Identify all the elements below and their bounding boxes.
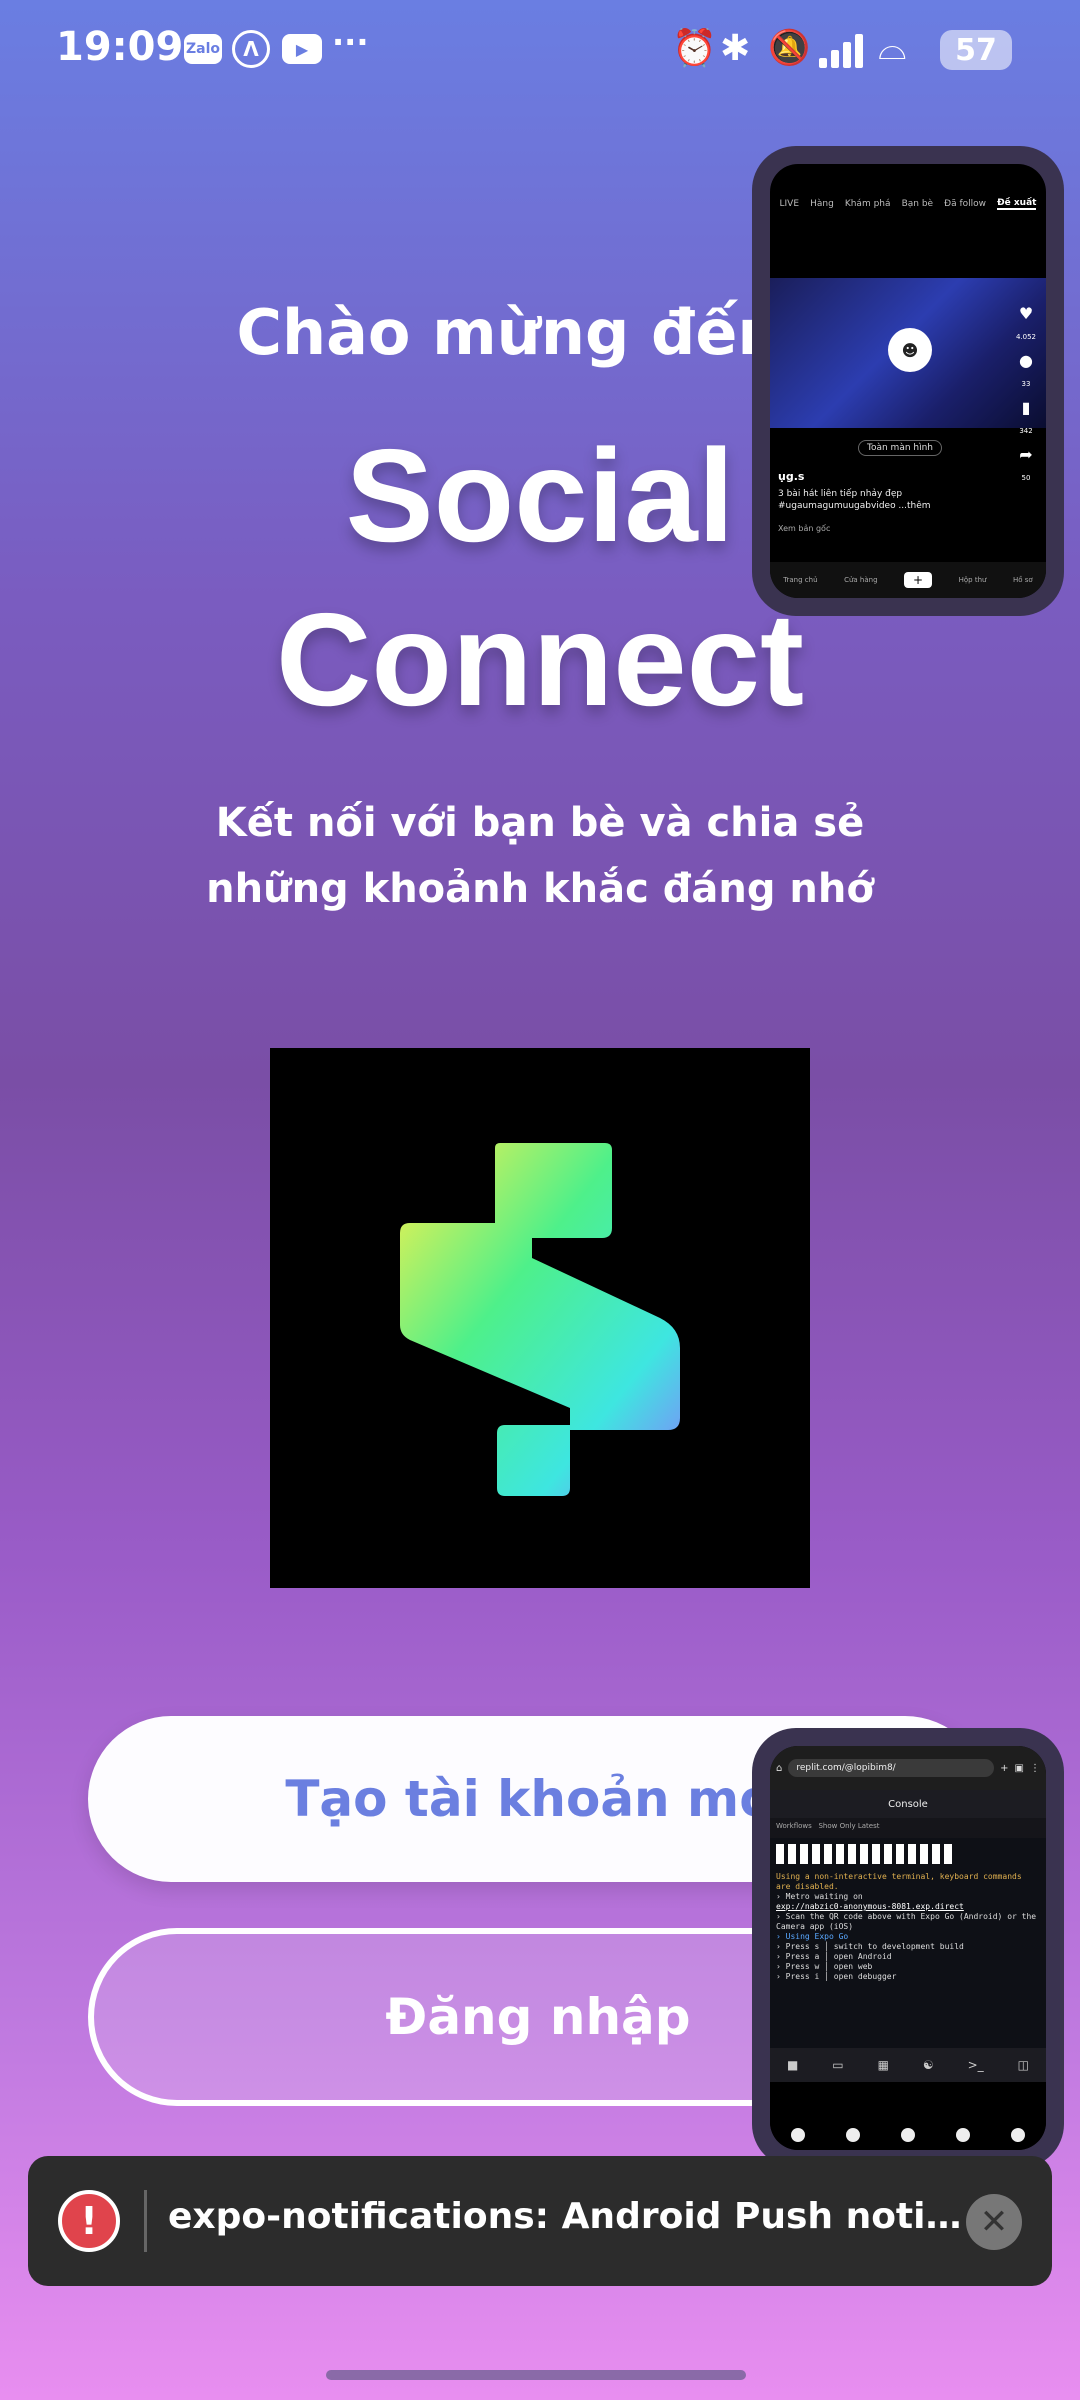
tab-icon[interactable] [845,2128,860,2142]
workflows-row: Workflows Show Only Latest [770,1818,1046,1838]
terminal-icon[interactable]: >_ [968,2058,984,2072]
console-line: › Scan the QR code above with Expo Go (A… [776,1912,1037,1931]
comment-icon[interactable]: ● [1019,351,1033,370]
error-toast[interactable]: ! expo-notifications: Android Push notif… [28,2156,1052,2286]
mute-icon: 🔕 [768,28,811,68]
youtube-icon: ▶ [282,34,322,64]
s-logo-icon [400,1143,680,1496]
tiktok-tab[interactable]: Đã follow [944,199,986,209]
tab-icon[interactable] [790,2128,805,2142]
console-output: Using a non-interactive terminal, keyboa… [770,1838,1046,2048]
heart-icon[interactable]: ♥ [1019,304,1033,323]
tiktok-tab[interactable]: LIVE [780,199,800,209]
url-field[interactable]: replit.com/@lopibim8/ [788,1759,995,1777]
nav-inbox[interactable]: Hộp thư [959,576,987,584]
status-bar: 19:09 Zalo Λ ▶ ··· ⏰ ✱ 🔕 ⌓ 57 [0,0,1080,100]
tiktok-video[interactable]: ☻ [770,278,1046,428]
a-icon: Λ [232,30,270,68]
more-notifications-icon: ··· [332,23,369,61]
translate-link[interactable]: Xem bản gốc [778,524,830,533]
tiktok-side-actions: ♥ 4.052 ● 33 ▮ 342 ➦ 50 [1012,304,1040,482]
console-line[interactable]: exp://nabzic0-anonymous-8081.exp.direct [776,1902,1040,1912]
home-indicator[interactable] [326,2370,746,2380]
workflows-label[interactable]: Workflows [776,1822,812,1830]
toast-message[interactable]: expo-notifications: Android Push notific… [168,2196,968,2237]
console-line: › Press w │ open web [776,1962,873,1971]
nav-create[interactable]: + [904,572,933,588]
console-line: › Press i │ open debugger [776,1972,897,1981]
console-line: › Metro waiting on [776,1892,863,1901]
close-icon[interactable]: ✕ [966,2194,1022,2250]
browser-tab-strip [770,2120,1046,2150]
tiktok-tab[interactable]: Bạn bè [902,199,934,209]
show-only-latest-toggle[interactable]: Show Only Latest [818,1822,879,1830]
console-line: › Using Expo Go [776,1932,849,1941]
tiktok-tab-active[interactable]: Đề xuất [997,198,1037,210]
like-count: 4.052 [1015,333,1037,341]
nav-home[interactable]: Trang chủ [783,576,817,584]
globe-icon[interactable]: ☯ [923,2058,934,2072]
console-line: › Press s │ switch to development build [776,1942,964,1951]
console-line: › Press a │ open Android [776,1952,892,1961]
console-header: Console [770,1790,1046,1818]
tab-icon[interactable] [956,2128,971,2142]
share-icon[interactable]: ➦ [1019,445,1032,464]
grid-icon[interactable]: ▦ [878,2058,889,2072]
alarm-icon: ⏰ [672,28,717,69]
console-title: Console [888,1798,928,1810]
stop-icon[interactable]: ■ [787,2058,798,2072]
wifi-icon: ⌓ [878,27,907,68]
browser-bar: ⌂ replit.com/@lopibim8/ + ▣ ⋮ [770,1746,1046,1790]
bookmark-icon[interactable]: ▮ [1022,398,1031,417]
new-tab-icon[interactable]: + [1000,1763,1008,1774]
tiktok-username[interactable]: ụg.s [778,470,804,483]
tabs-icon[interactable]: ▣ [1015,1763,1024,1774]
tagline: Kết nối với bạn bè và chia sẻ những khoả… [206,800,874,912]
zalo-icon: Zalo [184,34,222,64]
floating-window-tiktok[interactable]: LIVE Hàng Khám phá Bạn bè Đã follow Đề x… [752,146,1064,616]
tiktok-preview: LIVE Hàng Khám phá Bạn bè Đã follow Đề x… [770,164,1046,598]
tiktok-tabs: LIVE Hàng Khám phá Bạn bè Đã follow Đề x… [770,192,1046,216]
save-count: 342 [1019,427,1033,435]
replit-toolbar: ■ ▭ ▦ ☯ >_ ◫ [770,2048,1046,2082]
comment-count: 33 [1021,380,1031,388]
panel-icon[interactable]: ◫ [1018,2058,1029,2072]
battery-icon: 57 [940,30,1012,70]
status-time: 19:09 [56,24,184,70]
app-logo [270,1048,810,1588]
floating-window-replit[interactable]: ⌂ replit.com/@lopibim8/ + ▣ ⋮ Console Wo… [752,1728,1064,2168]
video-logo-icon: ☻ [888,328,932,372]
console-line: Using a non-interactive terminal, keyboa… [776,1872,1022,1891]
fullscreen-button[interactable]: Toàn màn hình [858,440,943,456]
nav-profile[interactable]: Hồ sơ [1013,576,1033,584]
tiktok-bottom-nav: Trang chủ Cửa hàng + Hộp thư Hồ sơ [770,562,1046,598]
signal-icon [818,34,864,68]
tab-icon[interactable] [1011,2128,1026,2142]
tab-icon[interactable] [900,2128,915,2142]
qr-code [776,1844,956,1864]
menu-icon[interactable]: ⋮ [1030,1763,1040,1774]
tiktok-tab[interactable]: Hàng [810,199,834,209]
nav-shop[interactable]: Cửa hàng [844,576,877,584]
tiktok-description: 3 bài hát liên tiếp nhảy đẹp #ugaumagumu… [778,489,931,511]
replit-preview: ⌂ replit.com/@lopibim8/ + ▣ ⋮ Console Wo… [770,1746,1046,2150]
monitor-icon[interactable]: ▭ [832,2058,843,2072]
home-icon[interactable]: ⌂ [776,1763,782,1774]
tiktok-tab[interactable]: Khám phá [845,199,891,209]
error-icon: ! [58,2190,120,2252]
share-count: 50 [1021,474,1031,482]
toast-divider [144,2190,147,2252]
bluetooth-icon: ✱ [720,27,751,69]
